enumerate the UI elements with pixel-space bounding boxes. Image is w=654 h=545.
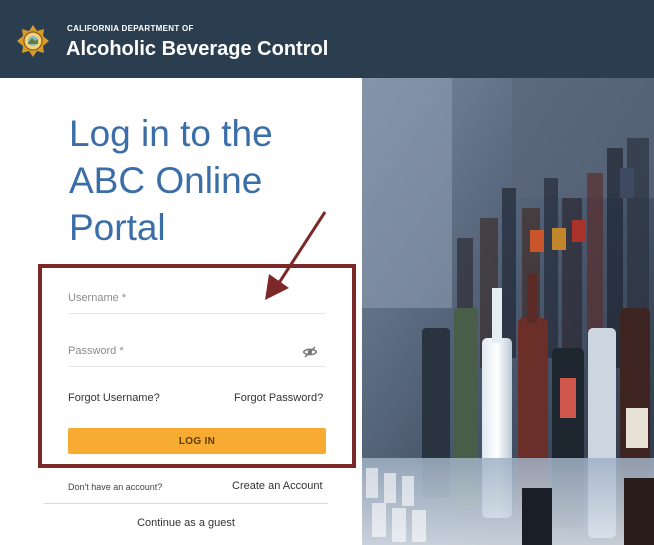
site-header: CALIFORNIA DEPARTMENT OF Alcoholic Bever… <box>0 0 654 78</box>
no-account-text: Don't have an account? <box>68 482 163 492</box>
divider <box>44 503 328 504</box>
bar-bottles-photo <box>362 78 654 545</box>
california-seal-icon <box>17 25 49 57</box>
create-account-link[interactable]: Create an Account <box>232 480 323 492</box>
department-name[interactable]: Alcoholic Beverage Control <box>66 38 328 61</box>
bottles-illustration <box>362 78 654 545</box>
department-prefix: CALIFORNIA DEPARTMENT OF <box>67 24 194 33</box>
title-line-1: Log in to the <box>69 113 273 154</box>
arrow-pointer-icon <box>265 211 327 300</box>
continue-as-guest-link[interactable]: Continue as a guest <box>0 517 372 529</box>
title-line-2: ABC Online <box>69 160 263 201</box>
